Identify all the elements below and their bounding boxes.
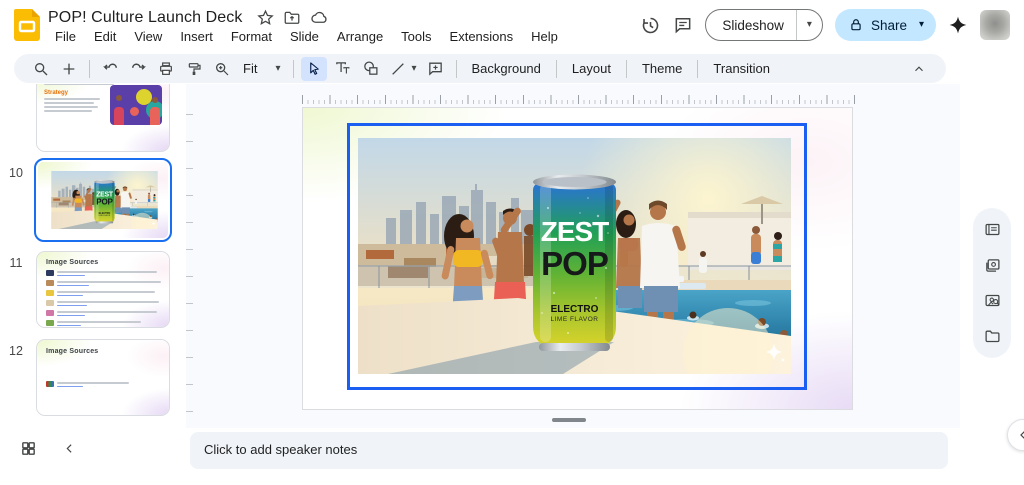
share-dropdown[interactable]: ▾	[915, 20, 928, 30]
search-menus-icon[interactable]	[28, 57, 54, 81]
redo-icon[interactable]	[125, 57, 151, 81]
theme-button[interactable]: Theme	[634, 58, 690, 79]
slide-thumbnail-9[interactable]: Strategy	[36, 84, 170, 152]
menu-file[interactable]: File	[48, 28, 83, 45]
gemini-sparkle-icon[interactable]	[948, 15, 968, 35]
menu-extensions[interactable]: Extensions	[443, 28, 521, 45]
bottom-bar: Click to add speaker notes	[0, 428, 1024, 485]
slide-number-11: 11	[4, 256, 28, 270]
grid-view-icon[interactable]	[20, 440, 37, 457]
side-panel	[973, 208, 1011, 358]
folder-icon[interactable]	[984, 328, 1001, 345]
google-slides-logo[interactable]	[14, 9, 40, 41]
slideshow-label: Slideshow	[722, 18, 784, 33]
line-tool-caret[interactable]: ▾	[411, 64, 416, 74]
canvas-area	[186, 84, 960, 428]
filmstrip-panel: Strategy 10	[0, 84, 186, 428]
toolbar-separator	[89, 60, 90, 78]
insert-shape-icon[interactable]	[357, 57, 383, 81]
toolbar: Fit ▾ ▾ Background Layout Theme Transiti…	[14, 54, 946, 83]
lock-icon	[849, 18, 863, 32]
share-label: Share	[871, 18, 907, 33]
user-avatar[interactable]	[980, 10, 1010, 40]
paint-format-icon[interactable]	[181, 57, 207, 81]
slide-card-icon[interactable]	[984, 221, 1001, 238]
collapse-toolbar-icon[interactable]	[906, 57, 932, 81]
layout-button[interactable]: Layout	[564, 58, 619, 79]
slide-thumbnail-12[interactable]: Image Sources	[36, 339, 170, 416]
side-rail	[960, 84, 1024, 428]
background-button[interactable]: Background	[464, 58, 549, 79]
toolbar-separator	[456, 60, 457, 78]
zoom-select-caret: ▾	[275, 64, 280, 74]
selected-image-frame[interactable]	[347, 123, 807, 390]
slideshow-button-group: Slideshow ▾	[705, 9, 823, 41]
menubar: File Edit View Insert Format Slide Arran…	[48, 28, 565, 45]
slideshow-dropdown[interactable]: ▾	[796, 10, 822, 40]
insert-line-icon[interactable]	[385, 57, 411, 81]
slide-number-10: 10	[4, 166, 28, 180]
slide-photo[interactable]	[358, 138, 791, 374]
menu-view[interactable]: View	[127, 28, 169, 45]
menu-slide[interactable]: Slide	[283, 28, 326, 45]
insert-comment-icon[interactable]	[423, 57, 449, 81]
slide11-title: Image Sources	[46, 259, 160, 266]
toolbar-separator	[626, 60, 627, 78]
collapse-filmstrip-icon[interactable]	[63, 442, 76, 455]
share-button[interactable]: Share ▾	[835, 9, 936, 41]
menu-tools[interactable]: Tools	[394, 28, 438, 45]
slide10-photo	[51, 171, 158, 229]
speaker-notes-input[interactable]: Click to add speaker notes	[190, 432, 948, 469]
slide-number-12: 12	[4, 344, 28, 358]
image-search-icon[interactable]	[984, 292, 1001, 309]
photo-stack-icon[interactable]	[984, 257, 1001, 274]
menu-format[interactable]: Format	[224, 28, 279, 45]
print-icon[interactable]	[153, 57, 179, 81]
slide9-image	[110, 85, 162, 125]
transition-button[interactable]: Transition	[705, 58, 778, 79]
toolbar-separator	[697, 60, 698, 78]
slideshow-button[interactable]: Slideshow	[706, 10, 796, 40]
select-tool-icon[interactable]	[301, 57, 327, 81]
slide12-title: Image Sources	[46, 348, 160, 355]
menu-help[interactable]: Help	[524, 28, 565, 45]
slide-canvas[interactable]	[302, 107, 853, 410]
slide-thumbnail-11[interactable]: Image Sources	[36, 251, 170, 328]
main-area: Strategy 10	[0, 84, 1024, 428]
app-header: POP! Culture Launch Deck File Edit View …	[0, 0, 1024, 52]
zoom-select[interactable]: Fit ▾	[237, 59, 286, 78]
toolbar-separator	[556, 60, 557, 78]
menu-edit[interactable]: Edit	[87, 28, 123, 45]
zoom-icon[interactable]	[209, 57, 235, 81]
star-icon[interactable]	[257, 9, 274, 26]
toolbar-separator	[293, 60, 294, 78]
horizontal-ruler	[302, 92, 855, 104]
new-slide-icon[interactable]	[56, 57, 82, 81]
slide-thumbnail-10-selected[interactable]	[34, 158, 172, 242]
notes-resize-handle[interactable]	[552, 418, 586, 422]
document-title[interactable]: POP! Culture Launch Deck	[48, 9, 243, 27]
version-history-icon[interactable]	[640, 15, 661, 36]
vertical-ruler	[186, 114, 193, 414]
undo-icon[interactable]	[97, 57, 123, 81]
speaker-notes-placeholder: Click to add speaker notes	[204, 442, 357, 457]
move-folder-icon[interactable]	[283, 9, 301, 27]
cloud-saved-icon[interactable]	[310, 8, 329, 27]
menu-insert[interactable]: Insert	[173, 28, 220, 45]
text-box-icon[interactable]	[329, 57, 355, 81]
chevron-left-icon	[1017, 429, 1024, 441]
zoom-value: Fit	[243, 61, 257, 76]
menu-arrange[interactable]: Arrange	[330, 28, 390, 45]
google-slides-app: ZEST POP ELECTRO LIME FLAVOR POP! Cultur…	[0, 0, 1024, 485]
comments-icon[interactable]	[673, 15, 693, 35]
